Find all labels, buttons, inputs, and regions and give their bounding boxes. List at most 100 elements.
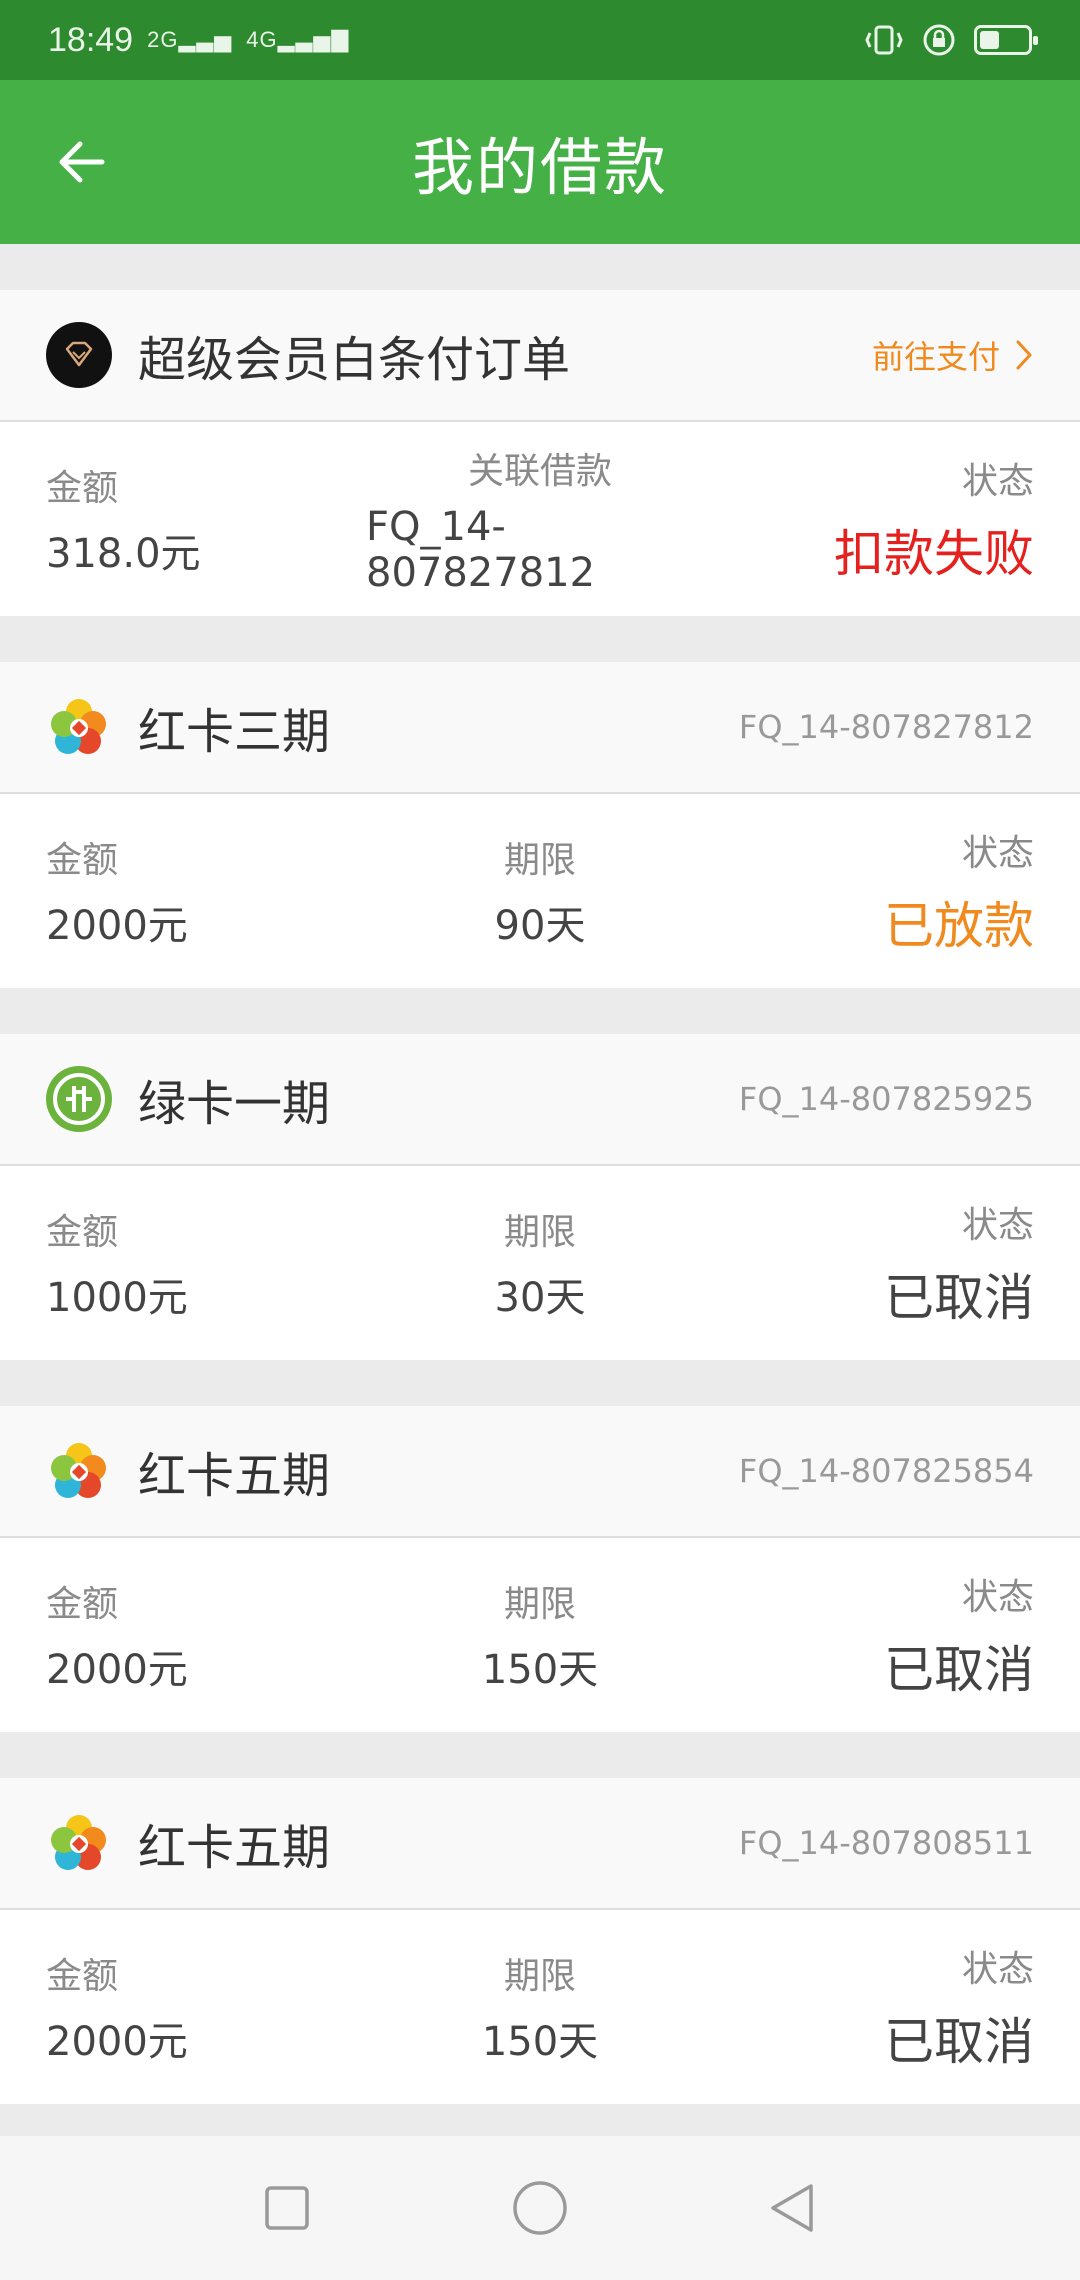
card-header: 红卡五期 FQ_14-807808511 (0, 1778, 1080, 1910)
signal-2g-label: 2G (147, 27, 179, 52)
loan-card[interactable]: 绿卡一期 FQ_14-807825925 金额 1000元 期限 30天 状态 … (0, 1034, 1080, 1360)
term-value: 150天 (481, 2019, 599, 2065)
go-pay-label: 前往支付 (871, 338, 1000, 376)
related-loan-label: 关联借款 (467, 451, 612, 492)
card-title: 红卡五期 (138, 1820, 331, 1876)
card-title: 绿卡一期 (138, 1076, 331, 1132)
back-arrow-icon (59, 141, 105, 183)
diamond-vip-icon (46, 322, 112, 388)
term-label: 期限 (503, 1212, 576, 1253)
status-label: 状态 (961, 1205, 1034, 1246)
amount-value: 318.0元 (46, 531, 201, 577)
rotation-lock-icon (923, 24, 955, 56)
square-icon (264, 2186, 309, 2230)
loan-card[interactable]: 超级会员白条付订单 前往支付 金额 318.0元 关联借款 FQ_14-8078… (0, 290, 1080, 616)
status-column: 状态 已取消 (714, 1196, 1034, 1330)
status-column: 状态 扣款失败 (714, 452, 1034, 586)
signal-2g-icon: 2G▂▃▅ (147, 27, 233, 52)
back-button[interactable] (50, 130, 114, 194)
term-value: 90天 (494, 903, 586, 949)
related-loan-column: 关联借款 FQ_14-807827812 (366, 442, 714, 596)
circle-icon (513, 2181, 567, 2235)
amount-value: 2000元 (46, 903, 188, 949)
card-body: 金额 318.0元 关联借款 FQ_14-807827812 状态 扣款失败 (0, 422, 1080, 616)
term-column: 期限 90天 (366, 831, 714, 951)
status-label: 状态 (961, 1577, 1034, 1618)
card-header: 绿卡一期 FQ_14-807825925 (0, 1034, 1080, 1166)
red-card-logo-icon (46, 1810, 112, 1876)
card-title: 红卡五期 (138, 1448, 331, 1504)
amount-value: 2000元 (46, 2019, 188, 2065)
loan-id: FQ_14-807827812 (738, 708, 1034, 746)
status-value: 已取消 (884, 1641, 1034, 1699)
loan-id: FQ_14-807825854 (738, 1452, 1034, 1490)
status-column: 状态 已取消 (714, 1940, 1034, 2074)
status-column: 状态 已放款 (714, 824, 1034, 958)
status-column: 状态 已取消 (714, 1568, 1034, 1702)
amount-label: 金额 (46, 1956, 119, 1997)
term-value: 30天 (494, 1275, 586, 1321)
green-card-logo-icon (46, 1066, 112, 1132)
card-header: 超级会员白条付订单 前往支付 (0, 290, 1080, 422)
status-value: 已放款 (884, 897, 1034, 955)
amount-label: 金额 (46, 468, 119, 509)
signal-4g-icon: 4G▂▃▅▇ (246, 27, 350, 52)
status-label: 状态 (961, 833, 1034, 874)
red-card-logo-icon (46, 694, 112, 760)
card-title: 超级会员白条付订单 (138, 332, 571, 388)
status-label: 状态 (961, 461, 1034, 502)
status-bar: 18:49 2G▂▃▅ 4G▂▃▅▇ (0, 0, 1080, 80)
term-label: 期限 (503, 840, 576, 881)
amount-value: 1000元 (46, 1275, 188, 1321)
go-pay-link[interactable]: 前往支付 (872, 332, 1034, 378)
home-button[interactable] (500, 2168, 580, 2248)
status-value: 已取消 (884, 1269, 1034, 1327)
term-column: 期限 150天 (366, 1575, 714, 1695)
loan-card[interactable]: 红卡三期 FQ_14-807827812 金额 2000元 期限 90天 状态 … (0, 662, 1080, 988)
loan-card[interactable]: 红卡五期 FQ_14-807808511 金额 2000元 期限 150天 状态… (0, 1778, 1080, 2104)
recent-apps-button[interactable] (247, 2168, 327, 2248)
loan-list: 超级会员白条付订单 前往支付 金额 318.0元 关联借款 FQ_14-8078… (0, 244, 1080, 2104)
amount-column: 金额 1000元 (46, 1203, 366, 1323)
red-card-logo-icon (46, 1438, 112, 1504)
amount-column: 金额 2000元 (46, 831, 366, 951)
card-title: 红卡三期 (138, 704, 331, 760)
term-label: 期限 (503, 1584, 576, 1625)
amount-column: 金额 318.0元 (46, 459, 366, 579)
loan-id: FQ_14-807808511 (738, 1824, 1034, 1862)
related-loan-value: FQ_14-807827812 (366, 504, 596, 596)
amount-column: 金额 2000元 (46, 1947, 366, 2067)
card-header: 红卡三期 FQ_14-807827812 (0, 662, 1080, 794)
vibrate-icon (865, 25, 903, 55)
app-header: 我的借款 (0, 80, 1080, 244)
amount-label: 金额 (46, 1212, 119, 1253)
chevron-right-icon (1016, 340, 1032, 370)
system-nav-bar (0, 2136, 1080, 2280)
card-body: 金额 1000元 期限 30天 状态 已取消 (0, 1166, 1080, 1360)
page-title: 我的借款 (411, 131, 668, 204)
amount-label: 金额 (46, 1584, 119, 1625)
battery-icon (974, 25, 1038, 55)
signal-4g-label: 4G (246, 27, 278, 52)
term-column: 期限 30天 (366, 1203, 714, 1323)
amount-label: 金额 (46, 840, 119, 881)
amount-column: 金额 2000元 (46, 1575, 366, 1695)
status-value: 扣款失败 (834, 525, 1034, 583)
back-nav-button[interactable] (753, 2168, 833, 2248)
card-body: 金额 2000元 期限 90天 状态 已放款 (0, 794, 1080, 988)
card-header: 红卡五期 FQ_14-807825854 (0, 1406, 1080, 1538)
status-value: 已取消 (884, 2013, 1034, 2071)
term-column: 期限 150天 (366, 1947, 714, 2067)
status-time: 18:49 (48, 20, 134, 59)
amount-value: 2000元 (46, 1647, 188, 1693)
loan-card[interactable]: 红卡五期 FQ_14-807825854 金额 2000元 期限 150天 状态… (0, 1406, 1080, 1732)
card-body: 金额 2000元 期限 150天 状态 已取消 (0, 1910, 1080, 2104)
status-left: 18:49 2G▂▃▅ 4G▂▃▅▇ (48, 21, 349, 60)
term-value: 150天 (481, 1647, 599, 1693)
loan-id: FQ_14-807825925 (738, 1080, 1034, 1118)
status-label: 状态 (961, 1949, 1034, 1990)
triangle-back-icon (771, 2184, 814, 2232)
status-right (864, 23, 1038, 57)
card-body: 金额 2000元 期限 150天 状态 已取消 (0, 1538, 1080, 1732)
term-label: 期限 (503, 1956, 576, 1997)
